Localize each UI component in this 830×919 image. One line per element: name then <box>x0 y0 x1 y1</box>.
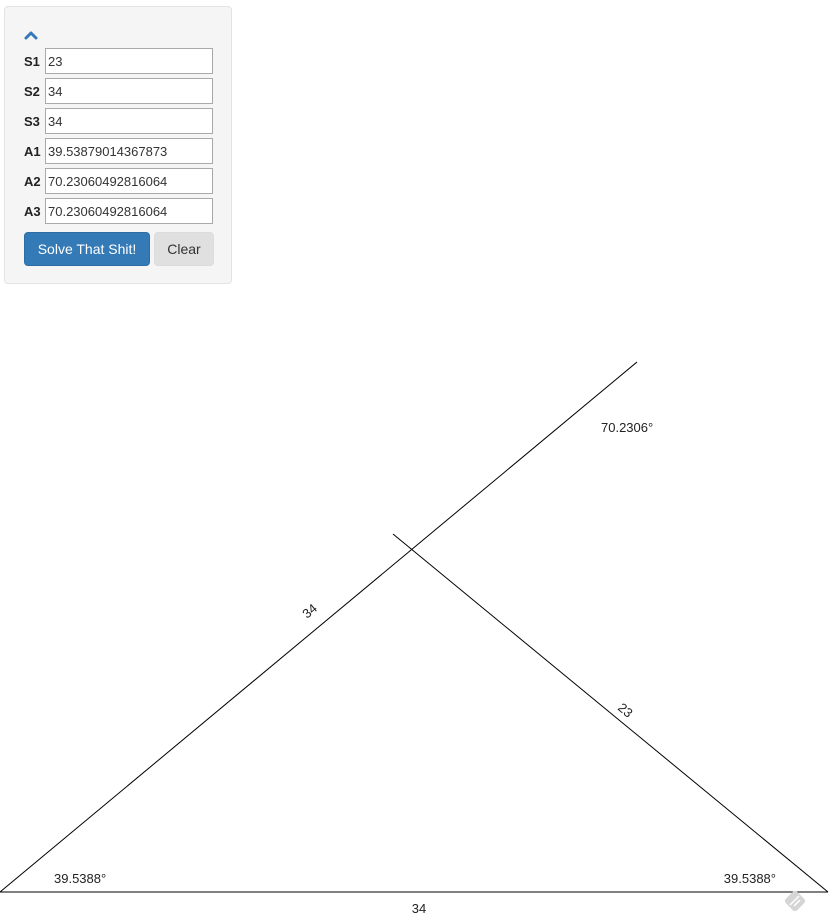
resize-grip-icon[interactable] <box>784 890 807 913</box>
angle-label-bottom-left: 39.5388° <box>54 871 106 886</box>
triangle-canvas: 39.5388° 39.5388° 70.2306° 34 34 23 <box>0 361 829 916</box>
side-label-right: 23 <box>615 700 636 721</box>
left-side-line <box>0 361 638 893</box>
angle-label-bottom-right: 39.5388° <box>724 871 776 886</box>
angle-label-top: 70.2306° <box>601 420 653 435</box>
right-side-line <box>392 533 829 893</box>
side-label-base: 34 <box>412 901 426 916</box>
side-label-left: 34 <box>299 601 320 622</box>
